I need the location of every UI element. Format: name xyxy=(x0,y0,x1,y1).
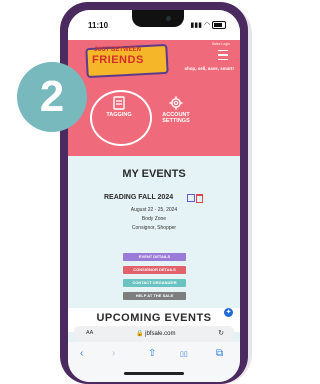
system-icons: ▮▮▮ ◠ xyxy=(190,21,226,30)
phone-screen: 11:10 ▮▮▮ ◠ JUST BETWEEN FRIENDS Sales L… xyxy=(68,10,240,382)
consignor-details-button[interactable]: CONSIGNOR DETAILS xyxy=(123,266,186,274)
gear-icon xyxy=(169,96,183,110)
url-text: 🔒 jbfsale.com xyxy=(136,331,176,337)
url-value: jbfsale.com xyxy=(145,331,176,337)
tab-tagging-label: TAGGING xyxy=(106,112,132,118)
help-at-sale-button[interactable]: HELP AT THE SALE xyxy=(123,292,186,300)
tab-account-settings[interactable]: ACCOUNT SETTINGS xyxy=(156,96,196,124)
camera-icon xyxy=(166,16,171,21)
hamburger-menu-icon[interactable] xyxy=(218,50,228,60)
header-links[interactable]: Sales Login xyxy=(212,42,230,46)
edit-icon[interactable] xyxy=(187,194,195,202)
tab-tagging[interactable]: TAGGING xyxy=(100,96,138,118)
sale-roles: Consignor, Shopper xyxy=(131,225,177,231)
signal-icon: ▮▮▮ xyxy=(190,22,202,29)
sale-zone: Body Zone xyxy=(141,216,167,222)
account-nav: TAGGING ACCOUNT SETTINGS xyxy=(68,84,240,156)
notch xyxy=(132,10,184,27)
upcoming-heading: UPCOMING EVENTS xyxy=(96,312,212,324)
address-bar[interactable]: AA 🔒 jbfsale.com ↻ xyxy=(74,326,234,342)
my-events-section: MY EVENTS READING FALL 2024 August 22 - … xyxy=(68,156,240,308)
accessibility-icon[interactable]: ✦ xyxy=(224,308,233,317)
share-icon[interactable]: ⇧ xyxy=(148,348,156,359)
battery-icon xyxy=(212,21,226,30)
clock: 11:10 xyxy=(88,21,109,30)
status-bar: 11:10 ▮▮▮ ◠ xyxy=(68,10,240,40)
site-header: JUST BETWEEN FRIENDS Sales Login shop, s… xyxy=(68,40,240,84)
forward-icon[interactable]: › xyxy=(112,348,115,359)
trash-icon[interactable] xyxy=(196,194,203,203)
reload-icon[interactable]: ↻ xyxy=(218,329,224,337)
browser-toolbar: ‹ › ⇧ ▯▯ ⧉ xyxy=(68,342,240,382)
tabs-icon[interactable]: ⧉ xyxy=(216,348,223,359)
step-number-badge: 2 xyxy=(17,62,87,132)
sale-dates: August 22 - 25, 2024 xyxy=(130,207,178,213)
page-title: MY EVENTS xyxy=(122,168,186,180)
logo-top-text: JUST BETWEEN xyxy=(94,47,142,53)
tag-document-icon xyxy=(113,96,125,110)
tagline: shop, sell, save, smart! xyxy=(184,66,234,71)
wifi-icon: ◠ xyxy=(203,22,211,29)
contact-organizer-button[interactable]: CONTACT ORGANIZER xyxy=(123,279,186,287)
tab-account-label-2: SETTINGS xyxy=(162,118,190,124)
event-details-button[interactable]: EVENT DETAILS xyxy=(123,253,186,261)
logo-main-text: FRIENDS xyxy=(92,54,144,66)
bookmarks-icon[interactable]: ▯▯ xyxy=(180,350,188,358)
home-indicator xyxy=(124,372,184,375)
sale-name: READING FALL 2024 xyxy=(104,194,174,201)
back-icon[interactable]: ‹ xyxy=(80,348,83,359)
text-size-button[interactable]: AA xyxy=(86,330,93,336)
